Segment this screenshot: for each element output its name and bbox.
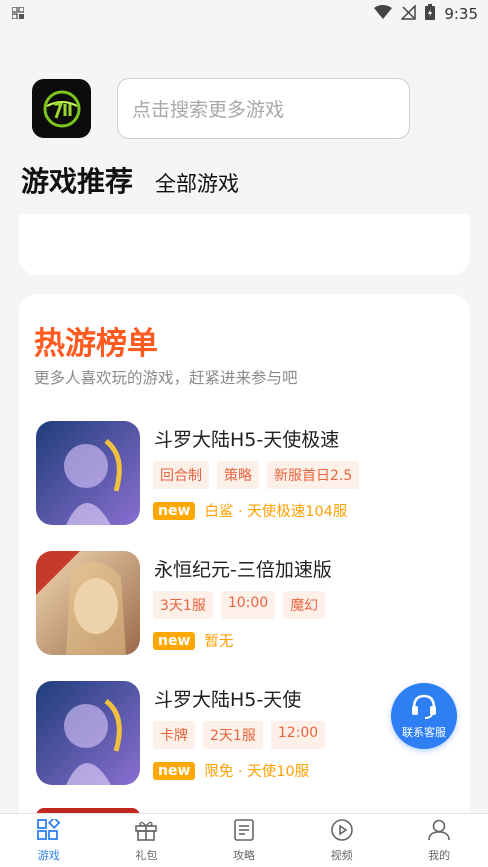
no-signal-icon	[400, 3, 417, 24]
game-tag: 3天1服	[153, 591, 213, 619]
app-logo	[32, 79, 91, 138]
play-icon	[330, 818, 354, 844]
status-bar: 9:35	[0, 0, 488, 28]
nav-label: 我的	[428, 848, 451, 862]
game-name: 斗罗大陆H5-天使	[154, 689, 302, 711]
game-tag: 策略	[217, 461, 259, 489]
new-badge: new	[153, 631, 196, 650]
wifi-icon	[374, 4, 393, 24]
nav-guides[interactable]: 攻略	[195, 814, 293, 867]
nav-videos[interactable]: 视频	[293, 814, 391, 867]
nav-label: 礼包	[135, 848, 158, 862]
headset-icon	[410, 693, 438, 723]
tab-bar: 游戏推荐 全部游戏	[21, 160, 239, 200]
hot-list-title: 热游榜单	[34, 326, 158, 362]
header: 点击搜索更多游戏	[32, 78, 410, 139]
nav-games[interactable]: 游戏	[0, 814, 98, 867]
game-tag: 卡牌	[153, 721, 195, 749]
game-tag: 10:00	[220, 591, 276, 619]
game-server-info: 白鲨 · 天使极速104服	[204, 504, 348, 520]
nav-label: 游戏	[37, 848, 60, 862]
game-tag: 魔幻	[283, 591, 326, 619]
game-tag: 新服首日2.5	[267, 461, 360, 489]
nav-label: 视频	[330, 848, 353, 862]
grid-icon	[36, 816, 61, 844]
game-list-item[interactable]: 永恒纪元-三倍加速版 3天1服 10:00 魔幻 new 暂无	[36, 551, 456, 657]
tab-game-recommend[interactable]: 游戏推荐	[21, 160, 133, 200]
game-icon	[36, 681, 140, 785]
game-tags: 回合制 策略 新服首日2.5	[153, 461, 360, 489]
game-server-info: 暂无	[204, 634, 234, 650]
nav-label: 攻略	[232, 848, 255, 862]
game-info: new 白鲨 · 天使极速104服	[153, 500, 347, 521]
new-badge: new	[153, 761, 196, 780]
game-tag: 2天1服	[203, 721, 263, 749]
customer-service-button[interactable]: 联系客服	[391, 683, 457, 749]
search-placeholder: 点击搜索更多游戏	[132, 99, 285, 121]
nav-gifts[interactable]: 礼包	[98, 814, 196, 867]
game-name: 斗罗大陆H5-天使极速	[154, 429, 340, 451]
game-tag: 12:00	[270, 721, 326, 749]
hot-list-subtitle: 更多人喜欢玩的游戏，赶紧进来参与吧	[34, 369, 298, 387]
game-list-item[interactable]: 斗罗大陆H5-天使极速 回合制 策略 新服首日2.5 new 白鲨 · 天使极速…	[36, 421, 456, 527]
banner-card	[19, 214, 470, 275]
bottom-nav: 游戏 礼包 攻略 视频 我的	[0, 813, 488, 867]
gift-icon	[134, 819, 158, 844]
game-icon	[36, 421, 140, 525]
game-name: 永恒纪元-三倍加速版	[154, 559, 332, 581]
game-info: new 限免 · 天使10服	[153, 760, 309, 781]
article-icon	[232, 818, 256, 844]
user-icon	[427, 819, 451, 844]
game-info: new 暂无	[153, 630, 233, 651]
game-tags: 卡牌 2天1服 12:00	[153, 721, 326, 749]
battery-icon	[425, 4, 436, 24]
game-icon	[36, 551, 140, 655]
game-server-info: 限免 · 天使10服	[204, 764, 310, 780]
new-badge: new	[153, 501, 196, 520]
status-time: 9:35	[444, 5, 478, 23]
tab-all-games[interactable]: 全部游戏	[155, 168, 239, 198]
search-input[interactable]: 点击搜索更多游戏	[117, 78, 410, 139]
game-list-item[interactable]: 斗罗大陆H5-天使 卡牌 2天1服 12:00 new 限免 · 天使10服	[36, 681, 456, 787]
customer-service-label: 联系客服	[402, 725, 446, 739]
notification-icon	[11, 5, 25, 23]
nav-mine[interactable]: 我的	[390, 814, 488, 867]
game-tags: 3天1服 10:00 魔幻	[153, 591, 326, 619]
game-tag: 回合制	[153, 461, 209, 489]
